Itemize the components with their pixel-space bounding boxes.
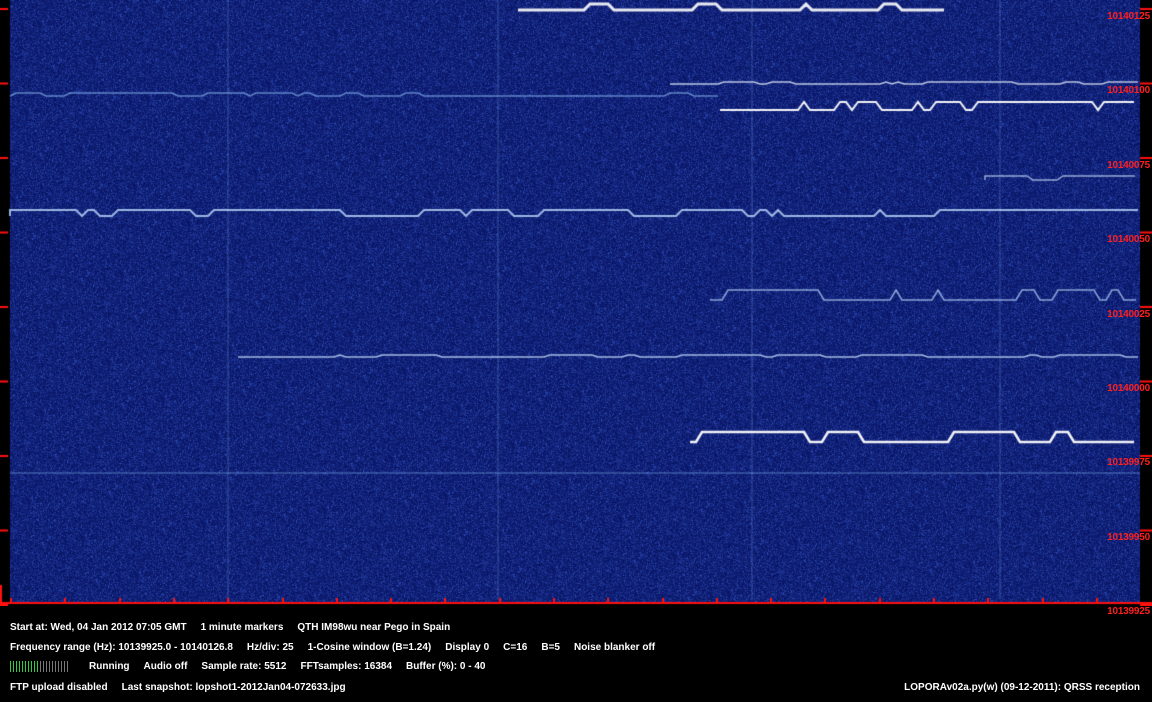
b-value: B=5 [541, 642, 560, 653]
hz-div: Hz/div: 25 [246, 642, 294, 653]
last-snapshot: Last snapshot: lopshot1-2012Jan04-072633… [121, 682, 346, 693]
meter-bar [55, 661, 56, 672]
freq-label: 10140000 [1107, 383, 1150, 394]
window: 1-Cosine window (B=1.24) [307, 642, 432, 653]
c-value: C=16 [503, 642, 528, 653]
freq-label: 10140075 [1107, 159, 1150, 171]
meter-bar [43, 661, 44, 672]
freq-label: 10140050 [1107, 234, 1150, 246]
info-line-ftp: FTP upload disabled Last snapshot: lopsho… [10, 682, 360, 693]
meter-bar [31, 661, 32, 672]
sample-rate: Sample rate: 5512 [201, 661, 287, 672]
meter-bar [13, 661, 14, 672]
freq-label: 10140025 [1107, 308, 1150, 320]
freq-range: Frequency range (Hz): 10139925.0 - 10140… [10, 642, 233, 653]
audio-status: Audio off [143, 661, 188, 672]
meter-bar [40, 661, 41, 672]
fft-samples: FFTsamples: 16384 [300, 661, 393, 672]
meter-bar [22, 661, 23, 672]
freq-label: 10139950 [1107, 531, 1150, 543]
spectrogram-waterfall [0, 0, 1152, 606]
qth: QTH IM98wu near Pego in Spain [297, 622, 451, 633]
display: Display 0 [445, 642, 490, 653]
meter-bar [61, 661, 62, 672]
meter-bar [16, 661, 17, 672]
version-info: LOPORAv02a.py(w) (09-12-2011): QRSS rece… [904, 682, 1140, 693]
freq-label: 10140100 [1107, 85, 1150, 97]
meter-bar [25, 661, 26, 672]
meter-bar [19, 661, 20, 672]
buffer: Buffer (%): 0 - 40 [406, 661, 486, 672]
run-status: Running [89, 661, 130, 672]
freq-label: 10140125 [1107, 11, 1150, 22]
meter-bar [67, 661, 68, 672]
meter-bar [37, 661, 38, 672]
info-line-status: Running Audio off Sample rate: 5512 FFTsamp… [89, 661, 499, 672]
start-time: Start at: Wed, 04 Jan 2012 07:05 GMT [10, 622, 187, 633]
meter-bar [10, 661, 11, 672]
freq-label: 10139975 [1107, 457, 1150, 469]
noise-blanker: Noise blanker off [573, 642, 656, 653]
freq-label: 10139925 [1107, 606, 1150, 618]
meter-bar [46, 661, 47, 672]
audio-level-meter [10, 661, 68, 672]
meter-bar [58, 661, 59, 672]
info-line-frequency: Frequency range (Hz): 10139925.0 - 10140… [10, 642, 669, 653]
meter-bar [34, 661, 35, 672]
markers: 1 minute markers [200, 622, 284, 633]
meter-bar [52, 661, 53, 672]
meter-bar [28, 661, 29, 672]
meter-bar [64, 661, 65, 672]
meter-bar [49, 661, 50, 672]
info-line-start: Start at: Wed, 04 Jan 2012 07:05 GMT 1 mi… [10, 622, 464, 633]
ftp-status: FTP upload disabled [10, 682, 108, 693]
